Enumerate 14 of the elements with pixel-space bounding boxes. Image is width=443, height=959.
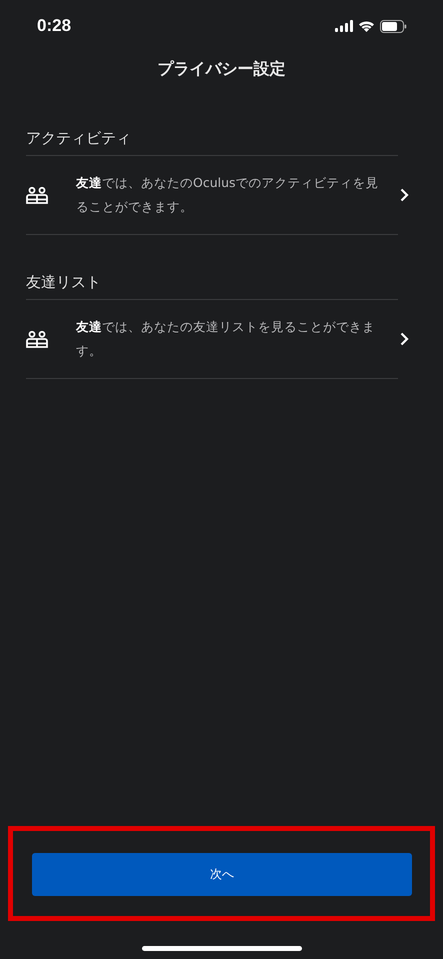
battery-icon: [380, 20, 407, 32]
wifi-icon: [358, 20, 375, 32]
chevron-right-icon: [400, 332, 409, 346]
signal-icon: [335, 20, 353, 32]
section-header: 友達リスト: [26, 273, 102, 293]
section-header: アクティビティ: [26, 129, 132, 149]
people-icon: [26, 186, 48, 204]
status-time: 0:28: [37, 16, 72, 36]
row-description: 友達では、あなたの友達リストを見ることができます。: [76, 318, 376, 360]
row-description: 友達では、あなたのOculusでのアクティビティを見ることができます。: [76, 174, 380, 216]
screen-title: プライバシー設定: [158, 59, 286, 80]
chevron-right-icon: [400, 188, 409, 202]
next-button[interactable]: 次へ: [32, 853, 412, 896]
people-icon: [26, 330, 48, 348]
